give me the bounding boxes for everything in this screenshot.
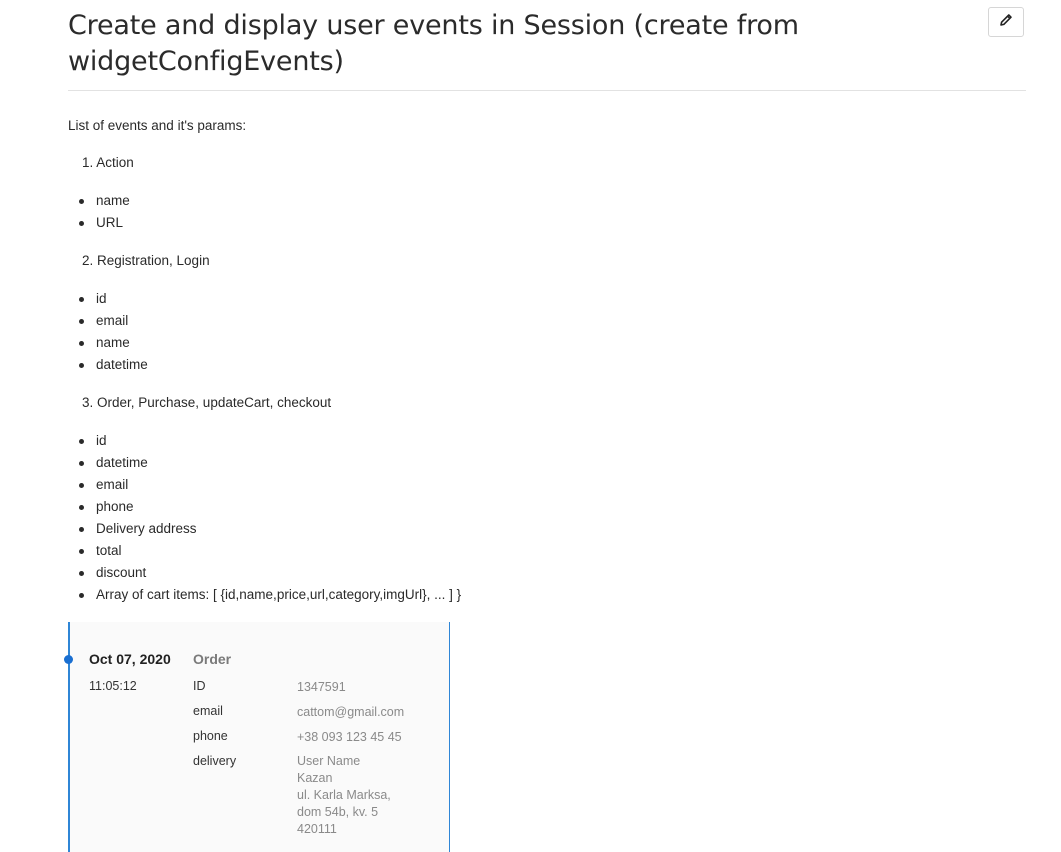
- field-key: delivery: [193, 754, 237, 768]
- section-heading: 2. Registration, Login: [82, 253, 210, 268]
- list-item: email: [78, 475, 128, 495]
- list-item: datetime: [79, 355, 148, 375]
- field-value: +38 093 123 45 45: [297, 730, 402, 744]
- list-item: datetime: [79, 453, 148, 473]
- list-item: phone: [79, 497, 134, 517]
- timeline-dot: [64, 655, 73, 664]
- list-item: URL: [78, 213, 123, 233]
- field-key: phone: [193, 729, 228, 743]
- list-item: email: [78, 311, 128, 331]
- field-value: 1347591: [297, 680, 346, 694]
- edit-button[interactable]: [988, 7, 1024, 37]
- field-value: User Name: [297, 754, 361, 768]
- list-item: name: [79, 333, 130, 353]
- field-value: 420111: [297, 822, 337, 836]
- field-key: email: [193, 704, 223, 718]
- event-time: 11:05:12: [89, 679, 137, 693]
- field-key: ID: [193, 679, 206, 693]
- list-item: total: [79, 541, 122, 561]
- list-item: discount: [78, 563, 146, 583]
- field-value: ul. Karla Marksa,: [297, 788, 391, 802]
- section-heading: 1. Action: [82, 155, 134, 170]
- event-date: Oct 07, 2020: [89, 651, 171, 667]
- page-title: Create and display user events in Sessio…: [68, 10, 799, 77]
- list-item: id: [79, 431, 107, 451]
- pencil-icon: [999, 13, 1013, 32]
- field-value: dom 54b, kv. 5: [297, 805, 379, 819]
- list-item: Delivery address: [79, 519, 197, 539]
- intro-text: List of events and it's params:: [68, 118, 247, 133]
- section-heading: 3. Order, Purchase, updateCart, checkout: [82, 395, 332, 410]
- list-item: name: [79, 191, 130, 211]
- field-value: Kazan: [297, 771, 333, 785]
- field-value: cattom@gmail.com: [297, 705, 405, 719]
- event-type: Order: [193, 651, 232, 667]
- event-timeline: Oct 07, 2020 11:05:12 Order ID 1347591 e…: [64, 622, 450, 852]
- list-item: Array of cart items: [ {id,name,price,ur…: [78, 585, 461, 605]
- title-divider: [68, 90, 1026, 91]
- list-item: id: [79, 289, 107, 309]
